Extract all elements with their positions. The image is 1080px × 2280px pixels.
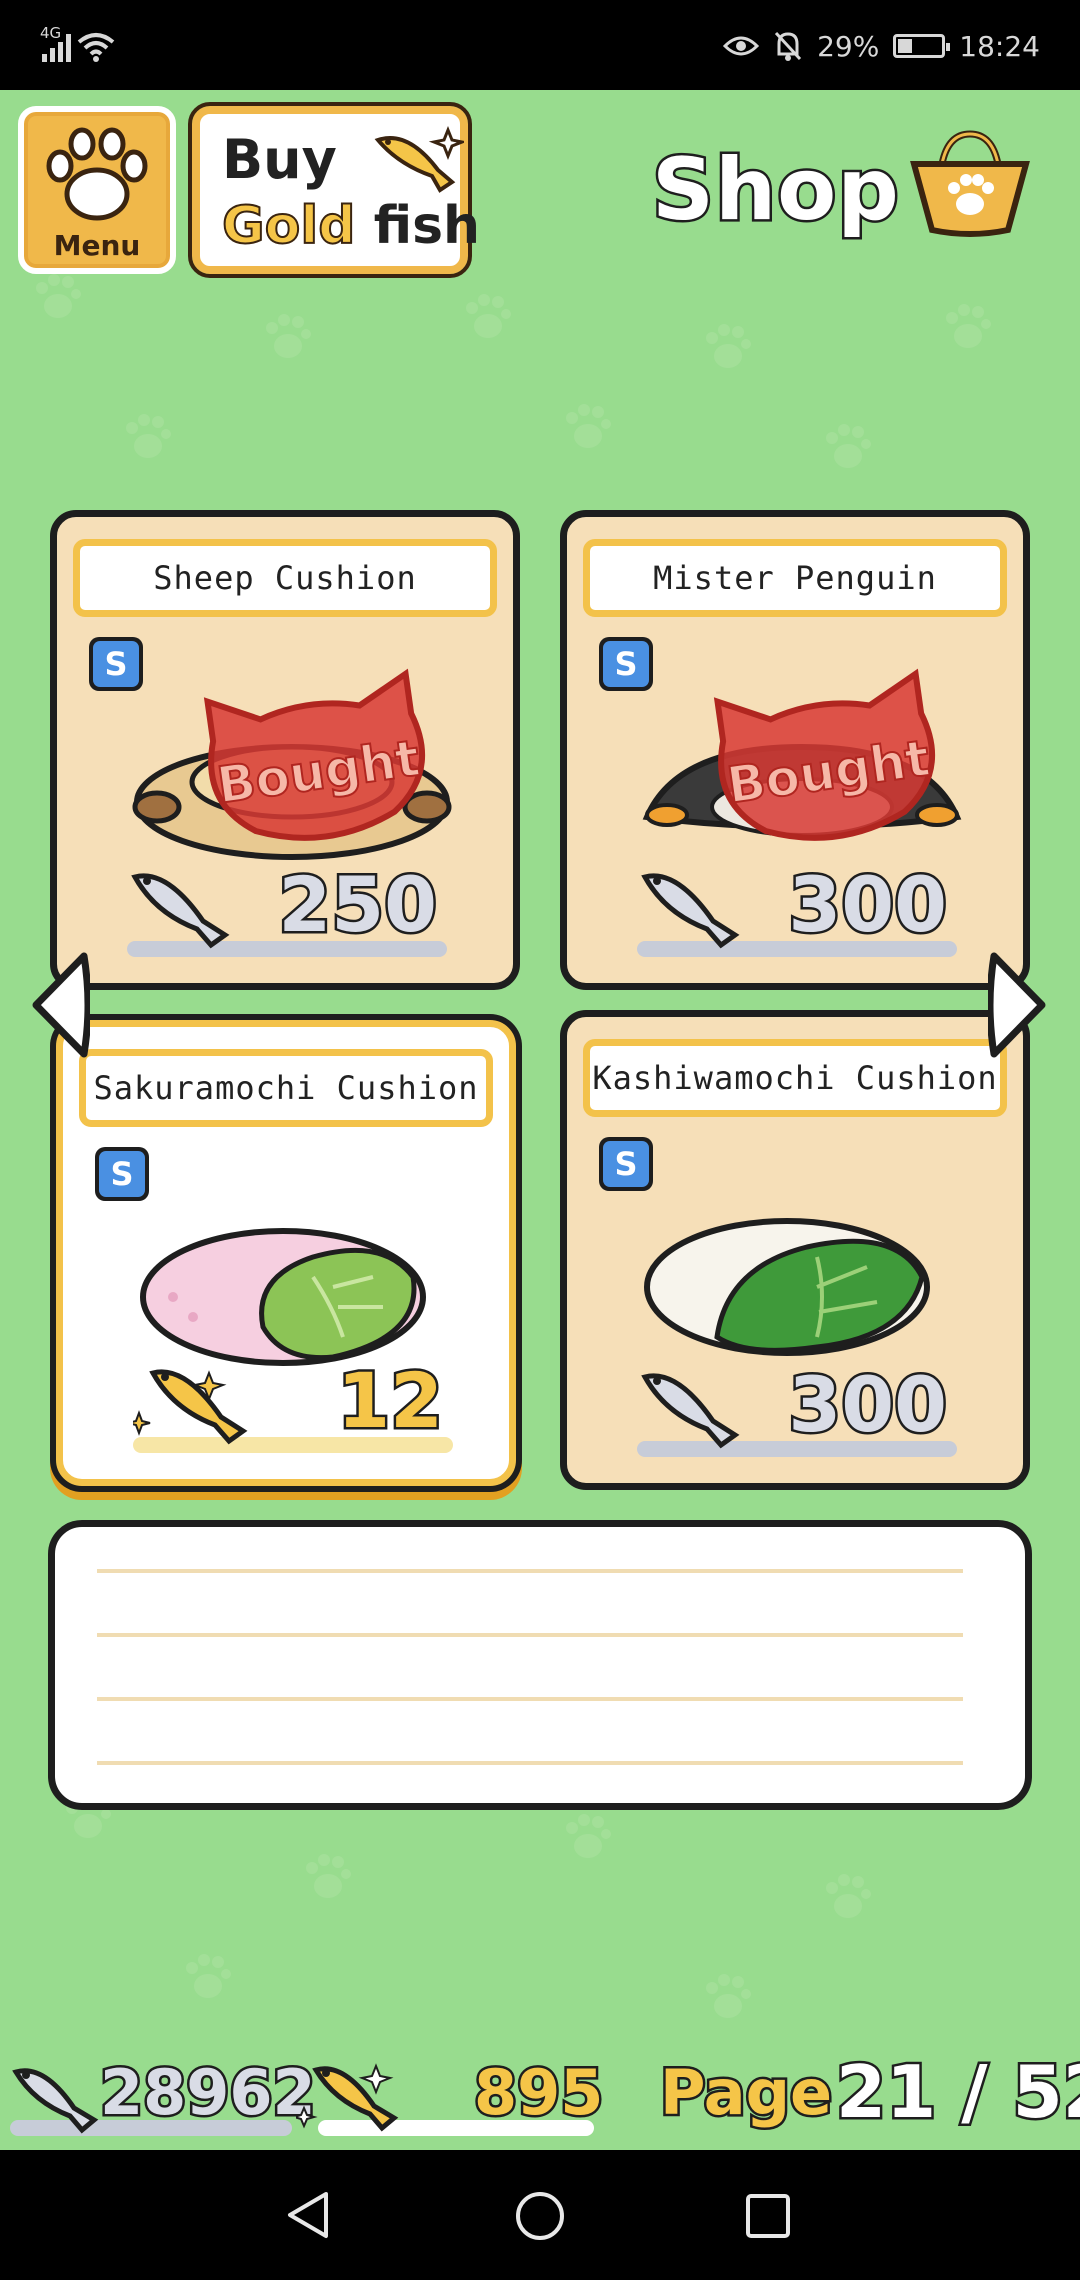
paw-print-icon bbox=[466, 294, 511, 338]
price-row: 300 bbox=[637, 1358, 967, 1465]
s-badge-icon: S bbox=[95, 1147, 149, 1201]
clock: 18:24 bbox=[959, 29, 1040, 63]
menu-label: Menu bbox=[53, 229, 141, 262]
signal-icon: 4G bbox=[40, 24, 71, 62]
battery-percent: 29% bbox=[817, 29, 880, 63]
silver-fish-icon bbox=[641, 1373, 740, 1449]
gold-fish-count: 895 bbox=[471, 2054, 605, 2132]
next-page-arrow-icon[interactable] bbox=[988, 950, 1048, 1060]
paw-print-icon bbox=[566, 404, 611, 448]
battery-icon bbox=[893, 34, 951, 58]
silver-fish-icon bbox=[641, 873, 740, 949]
shop-item-kashiwamochi-cushion[interactable]: Kashiwamochi Cushion S 300 bbox=[560, 1010, 1030, 1490]
bought-stamp: Bought bbox=[203, 668, 426, 841]
paw-print-icon bbox=[826, 424, 871, 468]
silver-fish-icon bbox=[131, 873, 230, 949]
android-nav-bar bbox=[0, 2150, 1080, 2280]
status-bar: 4G 29% 18:24 bbox=[0, 0, 1080, 90]
shopping-bag-icon bbox=[910, 130, 1030, 237]
ruled-line bbox=[97, 1633, 963, 1637]
s-badge-icon: S bbox=[599, 1137, 653, 1191]
bell-off-icon bbox=[774, 31, 802, 61]
paw-icon bbox=[46, 127, 148, 221]
gold-fish-icon bbox=[296, 2063, 399, 2132]
ruled-line bbox=[97, 1569, 963, 1573]
price-row: 250 bbox=[127, 858, 457, 965]
network-type: 4G bbox=[40, 24, 62, 42]
menu-button[interactable]: Menu bbox=[18, 106, 176, 274]
paw-print-icon bbox=[266, 314, 311, 358]
item-price: 12 bbox=[335, 1354, 446, 1448]
paw-print-icon bbox=[706, 324, 751, 368]
item-price: 300 bbox=[786, 1358, 950, 1452]
recents-icon[interactable] bbox=[744, 2192, 792, 2240]
item-price: 300 bbox=[786, 858, 950, 952]
currency-bar: 28962 895 Page 21 / 52 bbox=[0, 2048, 1080, 2150]
bought-stamp: Bought bbox=[713, 668, 936, 841]
item-title: Sakuramochi Cushion bbox=[79, 1049, 493, 1127]
price-row: 12 bbox=[133, 1354, 463, 1461]
page-label: Page bbox=[657, 2054, 834, 2132]
home-icon[interactable] bbox=[514, 2190, 566, 2242]
item-price: 250 bbox=[276, 858, 440, 952]
wifi-icon bbox=[77, 33, 115, 62]
paw-print-icon bbox=[306, 1854, 351, 1898]
paw-print-icon bbox=[706, 1974, 751, 2018]
item-title: Sheep Cushion bbox=[73, 539, 497, 617]
paw-print-icon bbox=[36, 274, 81, 318]
price-row: 300 bbox=[637, 858, 967, 965]
buy-gold-fish-button[interactable]: Buy Gold fish bbox=[188, 102, 480, 278]
paw-print-icon bbox=[826, 1874, 871, 1918]
paw-print-icon bbox=[126, 414, 171, 458]
ruled-line bbox=[97, 1761, 963, 1765]
gold-fish-icon bbox=[374, 125, 464, 193]
shop-item-mister-penguin[interactable]: Mister Penguin S Bought 300 bbox=[560, 510, 1030, 990]
s-badge-icon: S bbox=[599, 637, 653, 691]
item-title: Mister Penguin bbox=[583, 539, 1007, 617]
buy-label: Buy bbox=[222, 128, 337, 191]
ruled-line bbox=[97, 1697, 963, 1701]
back-icon[interactable] bbox=[284, 2190, 334, 2240]
paw-print-icon bbox=[946, 304, 991, 348]
gold-fish-label: Gold fish bbox=[221, 195, 481, 257]
game-screen: Menu Buy Gold fish Shop Sheep Cushion S bbox=[0, 90, 1080, 2150]
item-description-box bbox=[48, 1520, 1032, 1810]
paw-print-icon bbox=[566, 1814, 611, 1858]
page-number: 21 / 52 bbox=[834, 2048, 1080, 2137]
shop-item-sheep-cushion[interactable]: Sheep Cushion S Bought 250 bbox=[50, 510, 520, 990]
kashiwamochi-cushion-image bbox=[644, 1218, 930, 1356]
shop-item-sakuramochi-cushion[interactable]: Sakuramochi Cushion S 12 bbox=[56, 1020, 516, 1486]
previous-page-arrow-icon[interactable] bbox=[30, 950, 90, 1060]
item-title: Kashiwamochi Cushion bbox=[583, 1039, 1007, 1117]
silver-fish-count: 28962 bbox=[98, 2054, 319, 2132]
eye-icon bbox=[723, 36, 760, 56]
shop-title: Shop bbox=[650, 138, 902, 243]
silver-fish-icon bbox=[12, 2068, 99, 2134]
gold-fish-icon bbox=[133, 1369, 248, 1445]
s-badge-icon: S bbox=[89, 637, 143, 691]
paw-print-icon bbox=[186, 1954, 231, 1998]
